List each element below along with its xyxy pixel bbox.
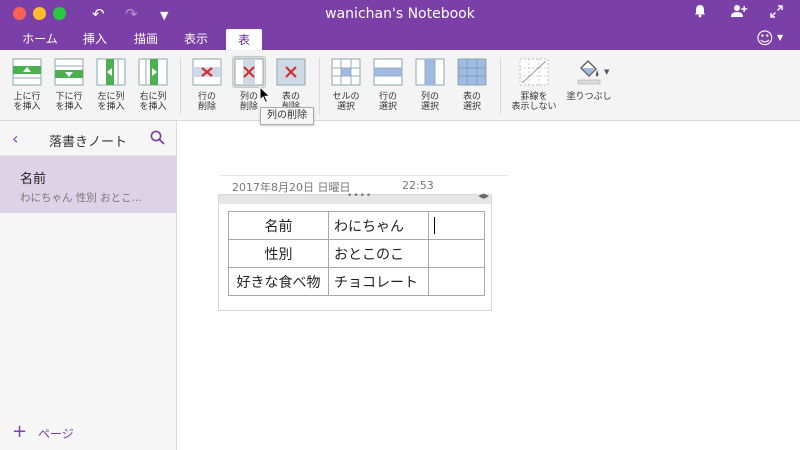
- delete-rows-button[interactable]: 行の 削除: [187, 56, 227, 112]
- select-columns-label: 列の 選択: [420, 92, 439, 112]
- select-columns-button[interactable]: 列の 選択: [410, 56, 450, 112]
- delete-table-icon: [276, 58, 306, 86]
- select-table-icon: [457, 58, 487, 86]
- table-row: 性別 おとこのこ: [228, 239, 485, 268]
- table-row: 好きな食べ物 チョコレート: [228, 267, 485, 296]
- bell-icon[interactable]: [694, 4, 706, 24]
- page-canvas[interactable]: 2017年8月20日 日曜日 22:53 •••• ◀▶ 名前 わにちゃん 性別…: [178, 121, 800, 450]
- ribbon-separator: [180, 58, 181, 114]
- insert-row-above-icon: [12, 58, 42, 86]
- tab-insert[interactable]: 挿入: [78, 28, 112, 50]
- page-title: 名前: [20, 172, 47, 187]
- add-page-button[interactable]: ページ: [38, 425, 74, 442]
- insert-row-below-label: 下に行 を挿入: [55, 92, 83, 112]
- note-table[interactable]: 名前 わにちゃん 性別 おとこのこ 好きな食べ物 チョコレート: [228, 211, 485, 296]
- hide-borders-button[interactable]: 罫線を 表示しない: [509, 56, 559, 112]
- hide-borders-label: 罫線を 表示しない: [511, 92, 557, 112]
- shading-button[interactable]: 塗りつぶし: [563, 56, 615, 102]
- hide-borders-icon: [519, 58, 549, 86]
- caret-down-icon[interactable]: ▼: [777, 33, 783, 42]
- page-list-item[interactable]: 名前 わにちゃん 性別 おとこ…: [0, 156, 177, 213]
- table-cell-active[interactable]: [428, 211, 485, 240]
- smiley-feedback-icon[interactable]: ☺: [756, 29, 774, 49]
- insert-row-below-button[interactable]: 下に行 を挿入: [49, 56, 89, 112]
- table-cell[interactable]: 名前: [228, 211, 329, 240]
- mouse-pointer-icon: [259, 86, 271, 104]
- select-table-button[interactable]: 表の 選択: [452, 56, 492, 112]
- title-bar: ↶ ↷ ▼ wanichan's Notebook: [0, 0, 800, 28]
- plus-icon[interactable]: +: [12, 422, 27, 442]
- insert-row-above-label: 上に行 を挿入: [13, 92, 41, 112]
- page-preview: わにちゃん 性別 おとこ…: [20, 192, 143, 204]
- tab-draw[interactable]: 描画: [128, 28, 164, 50]
- shading-label: 塗りつぶし: [566, 92, 612, 102]
- paint-bucket-icon: [577, 60, 601, 85]
- insert-column-right-icon: [138, 58, 168, 86]
- page-title-underline: [220, 175, 508, 176]
- tab-table[interactable]: 表: [226, 29, 262, 50]
- select-table-label: 表の 選択: [462, 92, 481, 112]
- insert-column-right-button[interactable]: 右に列 を挿入: [133, 56, 173, 112]
- table-cell[interactable]: わにちゃん: [328, 211, 429, 240]
- add-person-icon[interactable]: [730, 4, 748, 24]
- ribbon-separator: [500, 58, 501, 114]
- search-icon[interactable]: [150, 130, 165, 149]
- expand-icon[interactable]: [770, 4, 783, 24]
- table-cell[interactable]: [428, 239, 485, 268]
- select-rows-label: 行の 選択: [378, 92, 397, 112]
- page-date: 2017年8月20日 日曜日: [232, 181, 351, 194]
- caret-down-icon[interactable]: ▼: [604, 68, 609, 76]
- page-time: 22:53: [402, 179, 434, 192]
- note-container[interactable]: •••• ◀▶ 名前 わにちゃん 性別 おとこのこ 好きな食べ物 チョコレート: [218, 191, 492, 311]
- ribbon-separator: [319, 58, 320, 114]
- note-container-handle[interactable]: •••• ◀▶: [219, 191, 491, 204]
- delete-table-button[interactable]: 表の 削除: [271, 56, 311, 112]
- chevron-left-icon[interactable]: ‹: [12, 129, 18, 149]
- window-title: wanichan's Notebook: [325, 6, 475, 22]
- ribbon-toolbar: 上に行 を挿入 下に行 を挿入 左に列 を挿入 右に列 を挿入 行の 削除 列の…: [0, 50, 800, 121]
- tab-home[interactable]: ホーム: [18, 28, 62, 50]
- tab-view[interactable]: 表示: [178, 28, 214, 50]
- delete-rows-icon: [192, 58, 222, 86]
- table-cell[interactable]: [428, 267, 485, 296]
- insert-column-left-button[interactable]: 左に列 を挿入: [91, 56, 131, 112]
- text-caret: [434, 217, 435, 234]
- ribbon-tab-bar: ホーム 挿入 描画 表示 表 ☺ ▼: [0, 28, 800, 50]
- select-cell-label: セルの 選択: [332, 92, 360, 112]
- drag-handle-icon[interactable]: ••••: [347, 191, 372, 201]
- table-cell[interactable]: おとこのこ: [328, 239, 429, 268]
- table-cell[interactable]: チョコレート: [328, 267, 429, 296]
- table-cell[interactable]: 好きな食べ物: [228, 267, 329, 296]
- table-cell[interactable]: 性別: [228, 239, 329, 268]
- select-cell-button[interactable]: セルの 選択: [326, 56, 366, 112]
- insert-row-above-button[interactable]: 上に行 を挿入: [7, 56, 47, 112]
- tooltip: 列の削除: [260, 107, 314, 125]
- insert-column-right-label: 右に列 を挿入: [139, 92, 167, 112]
- insert-column-left-icon: [96, 58, 126, 86]
- insert-column-left-label: 左に列 を挿入: [97, 92, 125, 112]
- page-list-sidebar: ‹ 落書きノート 名前 わにちゃん 性別 おとこ… + ページ: [0, 121, 177, 450]
- insert-row-below-icon: [54, 58, 84, 86]
- resize-arrows-icon[interactable]: ◀▶: [478, 192, 489, 200]
- select-columns-icon: [415, 58, 445, 86]
- delete-columns-icon: [234, 58, 264, 86]
- select-rows-icon: [373, 58, 403, 86]
- select-cell-icon: [331, 58, 361, 86]
- section-title: 落書きノート: [48, 135, 127, 150]
- delete-rows-label: 行の 削除: [197, 92, 216, 112]
- table-row: 名前 わにちゃん: [228, 211, 485, 240]
- select-rows-button[interactable]: 行の 選択: [368, 56, 408, 112]
